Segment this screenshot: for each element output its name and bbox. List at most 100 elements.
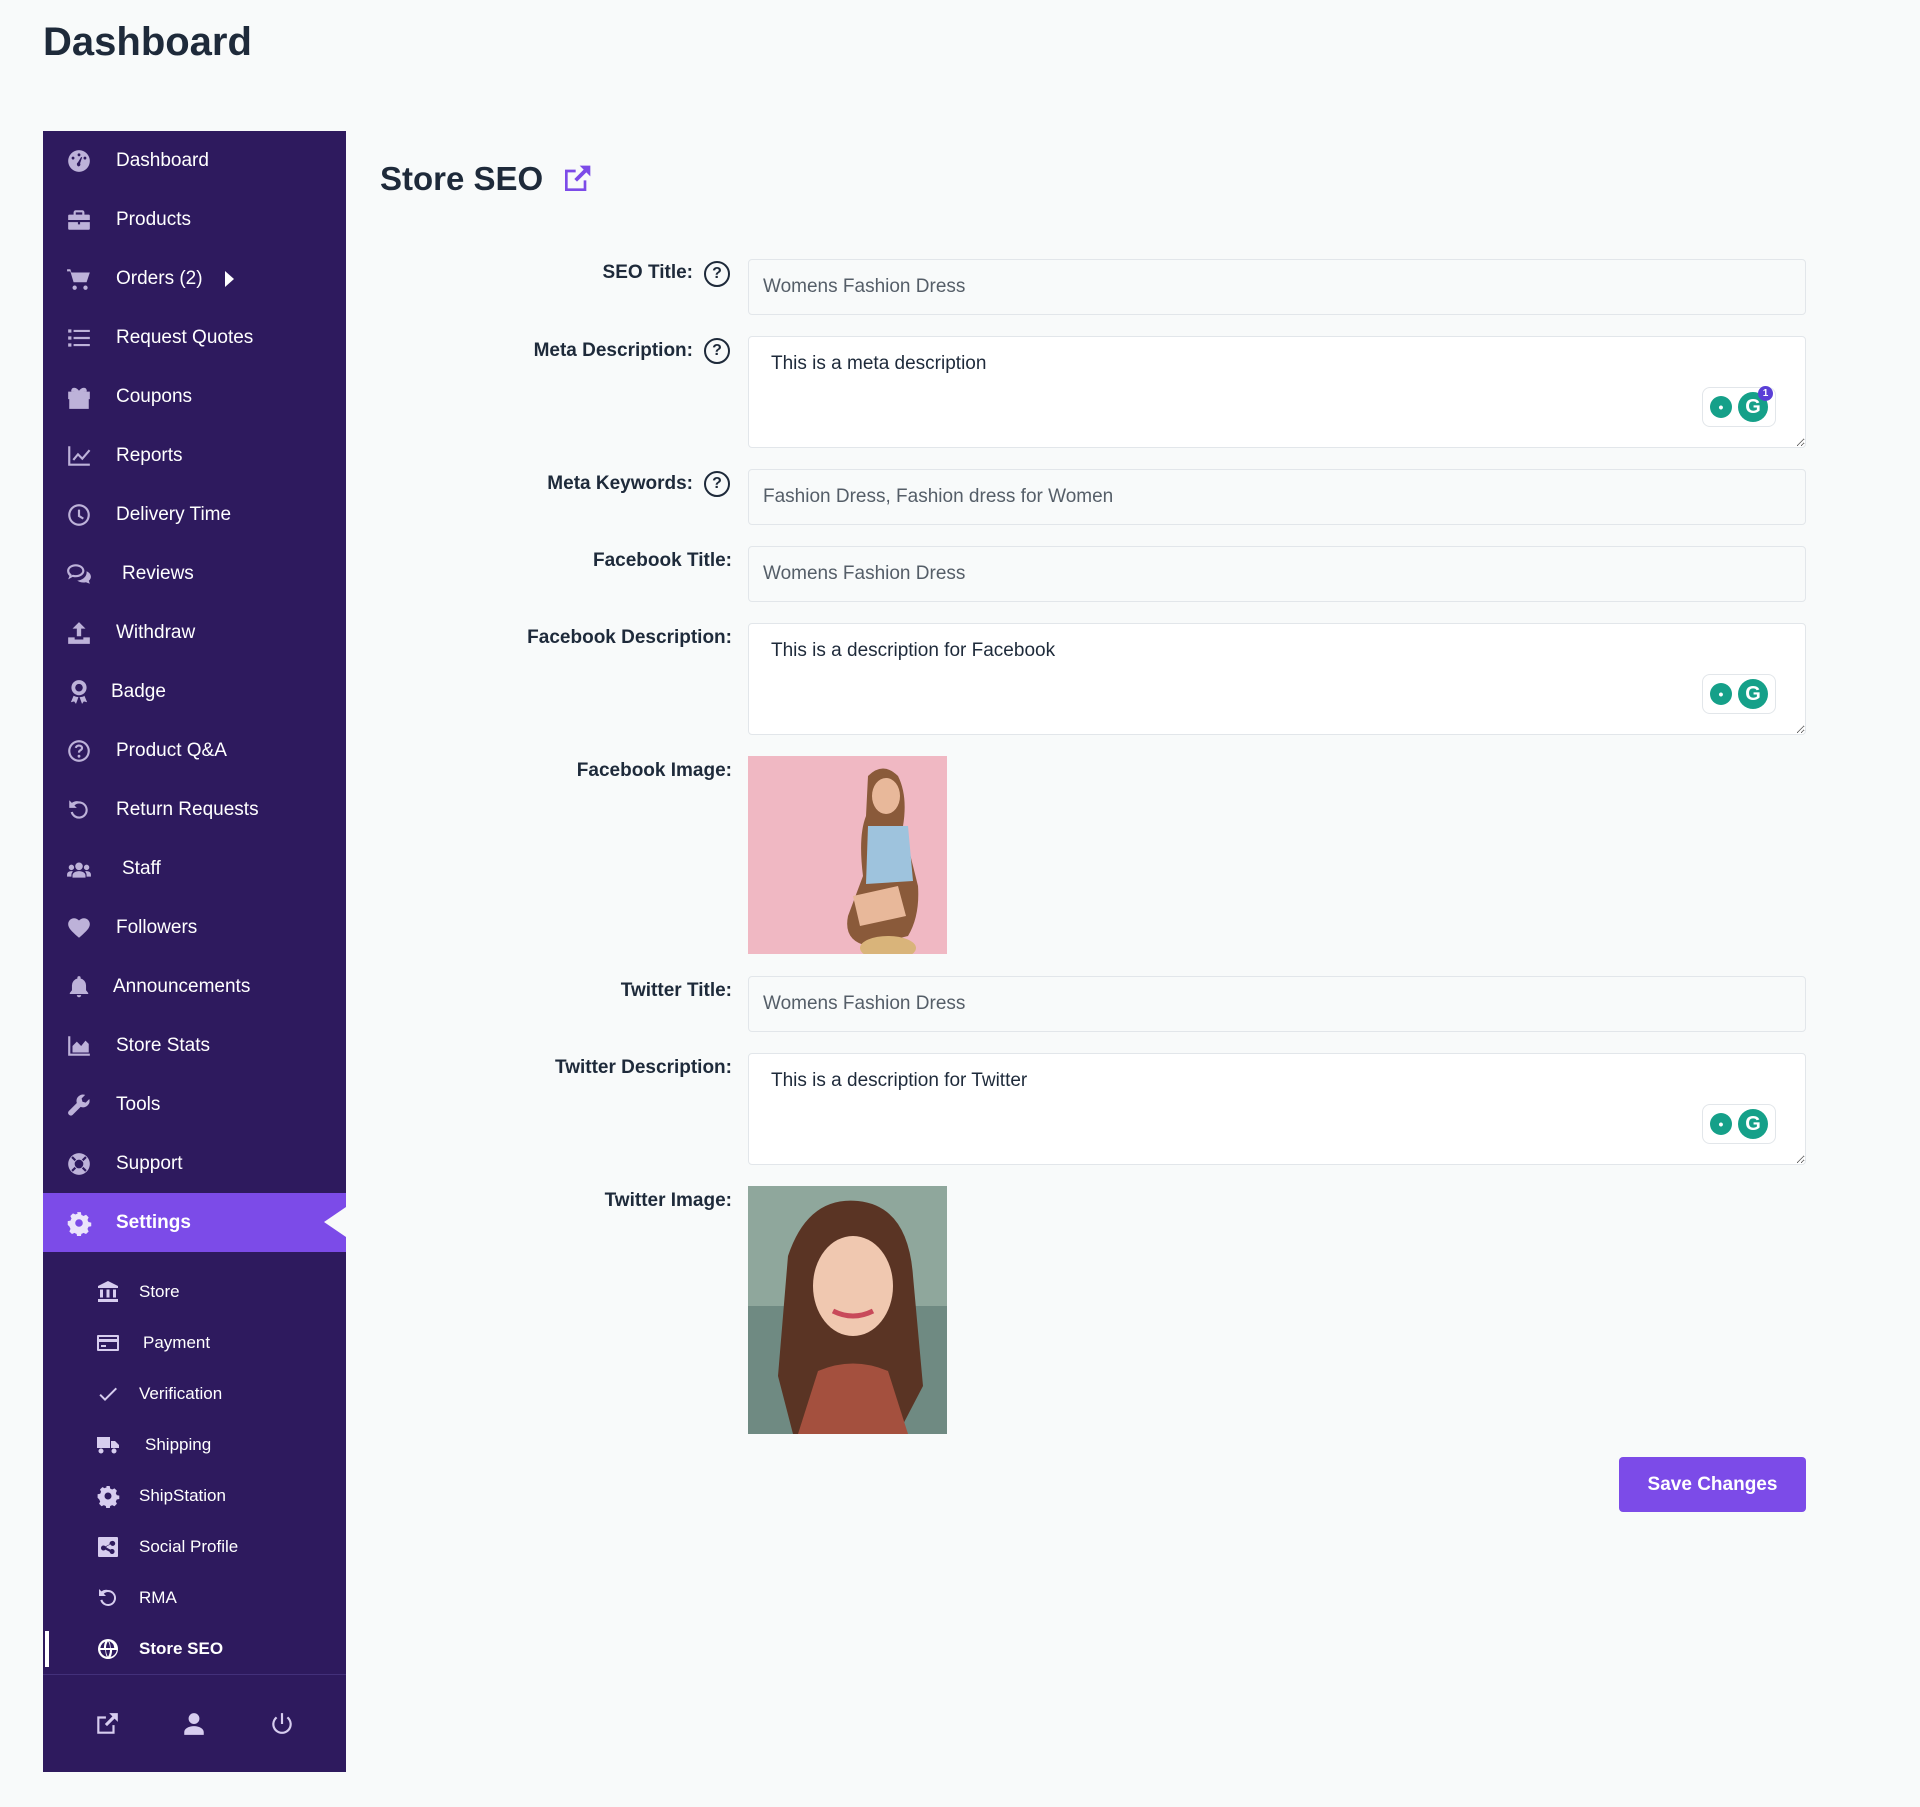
- undo-icon: [95, 1585, 121, 1611]
- twitter-image[interactable]: [748, 1186, 947, 1434]
- sidebar-item-label: Return Requests: [116, 798, 259, 820]
- meta-description-label: Meta Description:: [533, 340, 693, 361]
- settings-item-label: ShipStation: [139, 1485, 226, 1505]
- sidebar-item-reports[interactable]: Reports: [43, 426, 346, 485]
- settings-item-store-seo[interactable]: Store SEO: [43, 1623, 346, 1674]
- settings-item-label: RMA: [139, 1587, 177, 1607]
- sidebar-item-withdraw[interactable]: Withdraw: [43, 603, 346, 662]
- users-icon: [65, 855, 93, 883]
- share-icon: [95, 1534, 121, 1560]
- sidebar-item-label: Orders (2): [116, 267, 203, 289]
- sidebar-item-label: Coupons: [116, 385, 193, 407]
- check-icon: [95, 1381, 121, 1407]
- user-icon[interactable]: [174, 1704, 214, 1744]
- grammarly-widget[interactable]: • G: [1702, 674, 1776, 714]
- sidebar-item-orders[interactable]: Orders (2): [43, 249, 346, 308]
- sidebar-item-label: Staff: [122, 857, 161, 879]
- bell-icon: [65, 973, 93, 1001]
- sidebar-item-request-quotes[interactable]: Request Quotes: [43, 308, 346, 367]
- help-icon[interactable]: ?: [704, 471, 730, 497]
- settings-item-payment[interactable]: Payment: [43, 1317, 346, 1368]
- sidebar: Dashboard Products Orders (2) Request Qu…: [43, 131, 346, 1772]
- meta-description-textarea[interactable]: This is a meta description: [748, 336, 1806, 448]
- settings-item-label: Verification: [139, 1383, 223, 1403]
- list-icon: [65, 324, 93, 352]
- sidebar-footer: [43, 1674, 346, 1772]
- sidebar-item-label: Delivery Time: [116, 503, 232, 525]
- external-link-icon[interactable]: [561, 163, 593, 195]
- credit-card-icon: [95, 1330, 121, 1356]
- gear-icon: [95, 1483, 121, 1509]
- sidebar-item-products[interactable]: Products: [43, 190, 346, 249]
- facebook-title-input[interactable]: [748, 546, 1806, 602]
- gift-icon: [65, 383, 93, 411]
- sidebar-item-staff[interactable]: Staff: [43, 839, 346, 898]
- sidebar-item-label: Product Q&A: [116, 739, 227, 761]
- facebook-image[interactable]: [748, 756, 947, 954]
- facebook-description-textarea[interactable]: This is a description for Facebook: [748, 623, 1806, 735]
- sidebar-item-label: Followers: [116, 916, 198, 938]
- settings-item-label: Store: [139, 1281, 180, 1301]
- bank-icon: [95, 1279, 121, 1305]
- grammarly-logo-icon: G: [1738, 1109, 1768, 1139]
- sidebar-item-return-requests[interactable]: Return Requests: [43, 780, 346, 839]
- clock-icon: [65, 501, 93, 529]
- section-title-text: Store SEO: [380, 160, 544, 197]
- area-chart-icon: [65, 1032, 93, 1060]
- award-icon: [65, 678, 93, 706]
- sidebar-item-reviews[interactable]: Reviews: [43, 544, 346, 603]
- briefcase-icon: [65, 206, 93, 234]
- help-icon[interactable]: ?: [704, 261, 730, 287]
- twitter-description-textarea[interactable]: This is a description for Twitter: [748, 1053, 1806, 1165]
- sidebar-item-announcements[interactable]: Announcements: [43, 957, 346, 1016]
- meta-keywords-input[interactable]: [748, 469, 1806, 525]
- cart-icon: [65, 265, 93, 293]
- external-link-icon[interactable]: [87, 1704, 127, 1744]
- comments-icon: [65, 560, 93, 588]
- sidebar-item-settings[interactable]: Settings: [43, 1193, 346, 1252]
- sidebar-item-label: Products: [116, 208, 191, 230]
- help-icon[interactable]: ?: [704, 338, 730, 364]
- facebook-title-label: Facebook Title:: [592, 550, 732, 571]
- settings-item-label: Shipping: [145, 1434, 212, 1454]
- settings-item-shipping[interactable]: Shipping: [43, 1419, 346, 1470]
- sidebar-item-coupons[interactable]: Coupons: [43, 367, 346, 426]
- notification-badge: 1: [1758, 386, 1773, 401]
- dashboard-gauge-icon: [65, 147, 93, 175]
- sidebar-item-badge[interactable]: Badge: [43, 662, 346, 721]
- sidebar-item-label: Request Quotes: [116, 326, 254, 348]
- heart-icon: [65, 914, 93, 942]
- facebook-image-label: Facebook Image:: [576, 760, 732, 781]
- sidebar-item-label: Reviews: [122, 562, 194, 584]
- sidebar-item-label: Support: [116, 1152, 183, 1174]
- sidebar-item-dashboard[interactable]: Dashboard: [43, 131, 346, 190]
- settings-item-rma[interactable]: RMA: [43, 1572, 346, 1623]
- undo-icon: [65, 796, 93, 824]
- question-circle-icon: [65, 737, 93, 765]
- settings-item-social-profile[interactable]: Social Profile: [43, 1521, 346, 1572]
- sidebar-item-product-qa[interactable]: Product Q&A: [43, 721, 346, 780]
- save-changes-button[interactable]: Save Changes: [1619, 1457, 1806, 1512]
- sidebar-item-delivery-time[interactable]: Delivery Time: [43, 485, 346, 544]
- twitter-description-label: Twitter Description:: [555, 1057, 732, 1078]
- settings-item-verification[interactable]: Verification: [43, 1368, 346, 1419]
- caret-right-icon: [224, 270, 234, 287]
- settings-item-store[interactable]: Store: [43, 1266, 346, 1317]
- sidebar-item-store-stats[interactable]: Store Stats: [43, 1016, 346, 1075]
- twitter-title-input[interactable]: [748, 976, 1806, 1032]
- power-icon[interactable]: [262, 1704, 302, 1744]
- settings-item-label: Store SEO: [139, 1638, 224, 1658]
- seo-title-input[interactable]: [748, 259, 1806, 315]
- sidebar-item-label: Dashboard: [116, 149, 209, 171]
- facebook-description-label: Facebook Description:: [527, 627, 732, 648]
- grammarly-widget[interactable]: • G1: [1702, 386, 1776, 427]
- sidebar-item-label: Reports: [116, 444, 183, 466]
- sidebar-item-tools[interactable]: Tools: [43, 1075, 346, 1134]
- lightbulb-icon: •: [1710, 396, 1732, 418]
- twitter-title-label: Twitter Title:: [620, 980, 732, 1001]
- lightbulb-icon: •: [1710, 683, 1732, 705]
- grammarly-widget[interactable]: • G: [1702, 1104, 1776, 1144]
- settings-item-shipstation[interactable]: ShipStation: [43, 1470, 346, 1521]
- sidebar-item-support[interactable]: Support: [43, 1134, 346, 1193]
- sidebar-item-followers[interactable]: Followers: [43, 898, 346, 957]
